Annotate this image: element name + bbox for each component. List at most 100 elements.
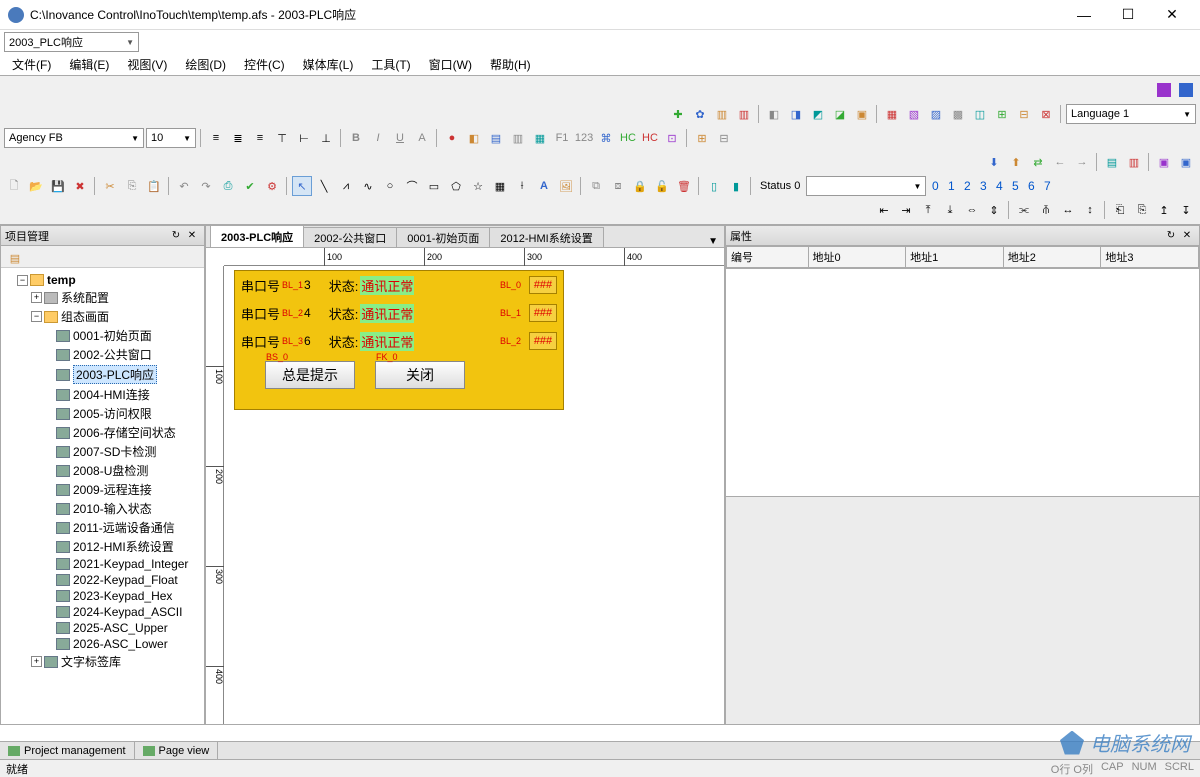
polyline-icon[interactable]: ⩘ [336, 176, 356, 196]
tab-0001[interactable]: 0001-初始页面 [396, 227, 490, 247]
state-7[interactable]: 7 [1040, 179, 1054, 193]
save-icon[interactable]: 💾 [48, 176, 68, 196]
panel-close-icon[interactable]: ✕ [184, 229, 200, 243]
tab-2002[interactable]: 2002-公共窗口 [303, 227, 397, 247]
always-prompt-button[interactable]: BS_0 总是提示 [265, 361, 355, 389]
grid-icon[interactable]: ⊞ [692, 128, 712, 148]
tool5-icon[interactable]: ▣ [852, 104, 872, 124]
print-icon[interactable]: ⎙ [218, 176, 238, 196]
tree-item[interactable]: 2012-HMI系统设置 [45, 537, 202, 556]
tool11-icon[interactable]: ⊞ [992, 104, 1012, 124]
menu-help[interactable]: 帮助(H) [482, 54, 539, 75]
italic-icon[interactable]: I [368, 128, 388, 148]
tree-item[interactable]: 2023-Keypad_Hex [45, 588, 202, 604]
ungroup-icon[interactable]: ⧈ [608, 176, 628, 196]
tree-tool-icon[interactable]: ▤ [5, 248, 25, 268]
dist-h-icon[interactable]: ⫘ [1014, 200, 1034, 220]
tool3-icon[interactable]: ◩ [808, 104, 828, 124]
transfer-icon[interactable]: ⇄ [1028, 152, 1048, 172]
align-l-icon[interactable]: ⇤ [874, 200, 894, 220]
comm-status-row[interactable]: 串口号BL_13状态:通讯正常BL_0### [235, 271, 563, 299]
f1-icon[interactable]: F1 [552, 128, 572, 148]
add-icon[interactable]: ✚ [668, 104, 688, 124]
tree-item[interactable]: 2009-远程连接 [45, 480, 202, 499]
db-icon[interactable]: ▤ [1102, 152, 1122, 172]
layer1-icon[interactable]: ▯ [704, 176, 724, 196]
arrow-right-icon[interactable]: → [1072, 152, 1092, 172]
tool9-icon[interactable]: ▩ [948, 104, 968, 124]
screen-selector-combo[interactable]: 2003_PLC响应 ▼ [4, 32, 139, 52]
compile-icon[interactable]: ⚙ [262, 176, 282, 196]
image-icon[interactable]: 🖼 [556, 176, 576, 196]
dist-v-icon[interactable]: ⫚ [1036, 200, 1056, 220]
ellipse-icon[interactable]: ○ [380, 176, 400, 196]
props-refresh-icon[interactable]: ↻ [1163, 229, 1179, 243]
num-icon[interactable]: 123 [574, 128, 594, 148]
tree-item[interactable]: 2024-Keypad_ASCII [45, 604, 202, 620]
state-5[interactable]: 5 [1008, 179, 1022, 193]
align-top-icon[interactable]: ⊤ [272, 128, 292, 148]
close-button[interactable]: ✕ [1152, 2, 1192, 27]
grid2-icon[interactable]: ▦ [490, 176, 510, 196]
group-icon[interactable]: ⧉ [586, 176, 606, 196]
align-hc-icon[interactable]: ⇔ [962, 200, 982, 220]
tree-item[interactable]: 2007-SD卡检测 [45, 442, 202, 461]
tree-hmigroup[interactable]: −组态画面 [31, 307, 202, 326]
arrow-left-icon[interactable]: ← [1050, 152, 1070, 172]
tool-c-icon[interactable]: ▥ [508, 128, 528, 148]
tool-e-icon[interactable]: ⌘ [596, 128, 616, 148]
align-right-icon[interactable]: ≡ [250, 128, 270, 148]
undo-icon[interactable]: ↶ [174, 176, 194, 196]
lib-icon[interactable]: ▣ [1154, 152, 1174, 172]
fontsize-combo[interactable]: 10 ▼ [146, 128, 196, 148]
tool2-icon[interactable]: ◨ [786, 104, 806, 124]
tool-a-icon[interactable]: ◧ [464, 128, 484, 148]
hc-icon[interactable]: HC [618, 128, 638, 148]
tree-item[interactable]: 2002-公共窗口 [45, 345, 202, 364]
state-3[interactable]: 3 [976, 179, 990, 193]
align-bottom-icon[interactable]: ⊥ [316, 128, 336, 148]
gear-icon[interactable]: ✿ [690, 104, 710, 124]
menu-control[interactable]: 控件(C) [236, 54, 293, 75]
tab-overflow-icon[interactable]: ▼ [702, 236, 724, 247]
menu-file[interactable]: 文件(F) [4, 54, 59, 75]
front-icon[interactable]: ⎗ [1110, 200, 1130, 220]
tool6-icon[interactable]: ▦ [882, 104, 902, 124]
tree-item[interactable]: 2011-远端设备通信 [45, 518, 202, 537]
align-center-icon[interactable]: ≣ [228, 128, 248, 148]
tool-b-icon[interactable]: ▤ [486, 128, 506, 148]
state-6[interactable]: 6 [1024, 179, 1038, 193]
pointer-icon[interactable]: ↖ [292, 176, 312, 196]
tree-item[interactable]: 2025-ASC_Upper [45, 620, 202, 636]
arc-icon[interactable]: ⌒ [402, 176, 422, 196]
polygon-icon[interactable]: ⬠ [446, 176, 466, 196]
tool13-icon[interactable]: ⊠ [1036, 104, 1056, 124]
language-combo[interactable]: Language 1 ▼ [1066, 104, 1196, 124]
close-file-icon[interactable]: ✖ [70, 176, 90, 196]
menu-window[interactable]: 窗口(W) [421, 54, 480, 75]
tool10-icon[interactable]: ◫ [970, 104, 990, 124]
font-color-icon[interactable]: A [412, 128, 432, 148]
comm-status-row[interactable]: 串口号BL_24状态:通讯正常BL_1### [235, 299, 563, 327]
palette-icon[interactable] [1176, 80, 1196, 100]
same-w-icon[interactable]: ↔ [1058, 200, 1078, 220]
minimize-button[interactable]: — [1064, 2, 1104, 27]
font-combo[interactable]: Agency FB ▼ [4, 128, 144, 148]
col-addr3[interactable]: 地址3 [1101, 247, 1199, 268]
line-icon[interactable]: ╲ [314, 176, 334, 196]
back-icon[interactable]: ⎘ [1132, 200, 1152, 220]
tab-2003[interactable]: 2003-PLC响应 [210, 225, 304, 247]
menu-tools[interactable]: 工具(T) [363, 54, 418, 75]
tree-textlib[interactable]: +文字标签库 [31, 652, 202, 671]
close-screen-button[interactable]: FK_0 关闭 [375, 361, 465, 389]
paste-icon[interactable]: 📋 [144, 176, 164, 196]
cut-icon[interactable]: ✂ [100, 176, 120, 196]
hmi-screen[interactable]: 串口号BL_13状态:通讯正常BL_0###串口号BL_24状态:通讯正常BL_… [234, 270, 564, 410]
menu-edit[interactable]: 编辑(E) [61, 54, 117, 75]
tree-item[interactable]: 0001-初始页面 [45, 326, 202, 345]
lamp-icon[interactable]: ● [442, 128, 462, 148]
tool4-icon[interactable]: ◪ [830, 104, 850, 124]
bwd-icon[interactable]: ↧ [1176, 200, 1196, 220]
refresh-icon[interactable]: ↻ [168, 229, 184, 243]
menu-draw[interactable]: 绘图(D) [177, 54, 234, 75]
